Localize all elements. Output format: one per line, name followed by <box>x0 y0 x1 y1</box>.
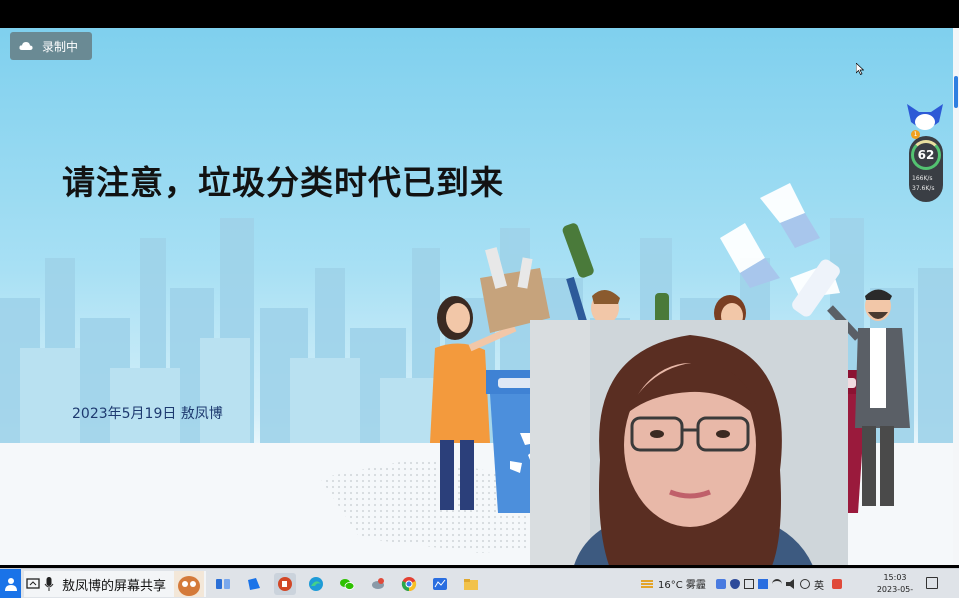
taskbar-app-8[interactable] <box>429 573 451 595</box>
tray-bluetooth-icon[interactable] <box>716 579 726 589</box>
cloud-app-icon <box>372 578 384 589</box>
microphone-icon <box>44 577 54 591</box>
taskbar-app-wechat[interactable] <box>336 573 358 595</box>
clock-time: 15:03 <box>883 573 907 582</box>
top-black-bar <box>0 0 959 28</box>
webcam-video <box>530 320 848 565</box>
taskbar-app-5[interactable] <box>367 573 389 595</box>
haze-weather-icon <box>641 579 653 588</box>
app-switcher-icon <box>216 579 230 589</box>
system-clock[interactable]: 15:03 2023-05-19 <box>872 572 918 598</box>
mouse-cursor-icon <box>856 63 864 75</box>
network-speed-widget[interactable]: 1 62 166K/s 37.6K/s <box>905 100 945 202</box>
right-edge-strip <box>953 28 959 565</box>
screen: 请注意，垃圾分类时代已到来 2023年5月19日 敖凤博 录制中 1 62 16… <box>0 0 959 598</box>
tray-ime-icon[interactable] <box>832 579 842 589</box>
taskbar-app-chrome[interactable] <box>398 573 420 595</box>
user-icon[interactable] <box>0 569 21 598</box>
download-speed: 37.6K/s <box>912 185 935 192</box>
input-language[interactable]: 英 <box>814 577 824 592</box>
presentation-slide: 请注意，垃圾分类时代已到来 2023年5月19日 敖凤博 录制中 1 62 16… <box>0 28 953 565</box>
slide-title: 请注意，垃圾分类时代已到来 <box>62 163 504 202</box>
score-gauge: 62 <box>911 140 941 170</box>
share-label: 敖凤博的屏幕共享 <box>62 578 167 594</box>
taskbar: 敖凤博的屏幕共享 16°C 雾霾 英 15:03 2023-05- <box>0 568 959 598</box>
slide-date-author: 2023年5月19日 敖凤博 <box>72 406 223 422</box>
owl-avatar-icon <box>174 571 204 597</box>
cloud-icon <box>19 42 33 50</box>
taskbar-app-2[interactable] <box>243 573 265 595</box>
weather-text: 16°C 雾霾 <box>658 580 706 591</box>
tray-volume-icon[interactable] <box>786 579 794 589</box>
taskbar-app-powerpoint[interactable] <box>274 573 296 595</box>
share-screen-icon <box>26 578 40 589</box>
upload-speed: 166K/s <box>912 175 933 182</box>
recording-badge[interactable]: 录制中 <box>10 32 92 60</box>
tray-meeting-icon[interactable] <box>758 579 768 589</box>
recording-label: 录制中 <box>42 39 79 54</box>
tray-shield-icon[interactable] <box>730 579 740 589</box>
widget-badge: 1 <box>911 130 920 139</box>
powerpoint-icon <box>278 577 292 591</box>
taskbar-app-explorer[interactable] <box>460 573 482 595</box>
side-scroll-handle[interactable] <box>954 76 958 108</box>
cat-mascot-icon <box>907 104 943 130</box>
chrome-icon <box>401 577 417 592</box>
screen-share-item[interactable]: 敖凤博的屏幕共享 <box>24 571 206 597</box>
clock-date: 2023-05-19 <box>876 585 914 598</box>
notification-icon[interactable] <box>926 577 938 589</box>
taskbar-app-edge[interactable] <box>305 573 327 595</box>
taskbar-app-1[interactable] <box>212 573 234 595</box>
feishu-icon <box>248 578 260 590</box>
system-tray[interactable]: 英 <box>716 577 842 592</box>
tray-pen-icon[interactable] <box>744 579 754 589</box>
tray-wifi-icon[interactable] <box>772 579 782 589</box>
meeting-app-icon <box>433 578 447 590</box>
weather-indicator[interactable]: 16°C 雾霾 <box>640 576 706 591</box>
folder-icon <box>464 579 478 590</box>
tray-speaker-icon[interactable] <box>800 579 810 589</box>
webcam-person-image <box>530 320 848 565</box>
edge-browser-icon <box>309 577 323 591</box>
wechat-icon <box>340 579 355 590</box>
